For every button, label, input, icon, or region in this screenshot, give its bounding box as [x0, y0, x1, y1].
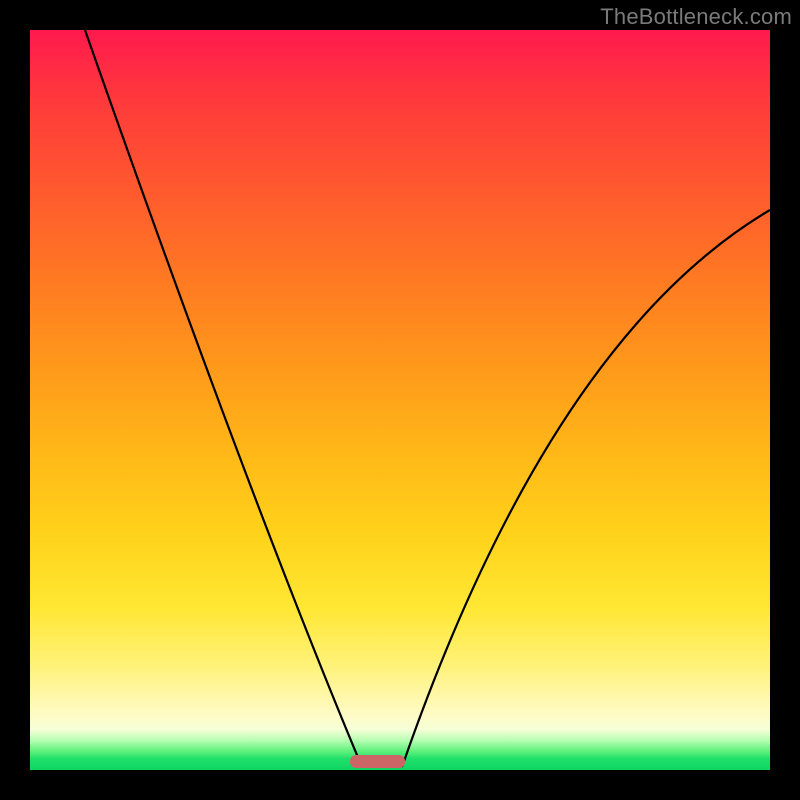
watermark-text: TheBottleneck.com [600, 4, 792, 30]
chart-frame: TheBottleneck.com [0, 0, 800, 800]
curve-svg [30, 30, 770, 770]
curve-right-branch [402, 210, 770, 767]
plot-area [30, 30, 770, 770]
bottleneck-marker [350, 755, 405, 768]
curve-left-branch [85, 30, 362, 767]
